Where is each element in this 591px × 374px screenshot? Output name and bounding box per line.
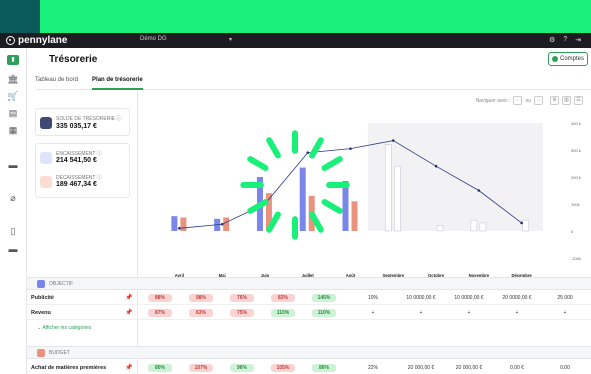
app-window: pennylane Démo DG ▾ ⚙ ? ⇥ ▮ 🏛 🛒 ▤ ▦ ▬ ⌀ … <box>0 33 591 374</box>
background-banner <box>40 0 591 33</box>
spinner-spoke <box>309 137 324 159</box>
spinner-spoke <box>309 211 324 233</box>
spinner-spoke <box>247 199 269 214</box>
background-corner <box>0 0 40 15</box>
spinner-spoke <box>321 199 343 214</box>
spinner-spoke <box>266 211 281 233</box>
spinner-spoke <box>321 156 343 171</box>
spinner-spoke <box>266 137 281 159</box>
loading-spinner-icon <box>240 130 350 240</box>
spinner-spoke <box>247 156 269 171</box>
